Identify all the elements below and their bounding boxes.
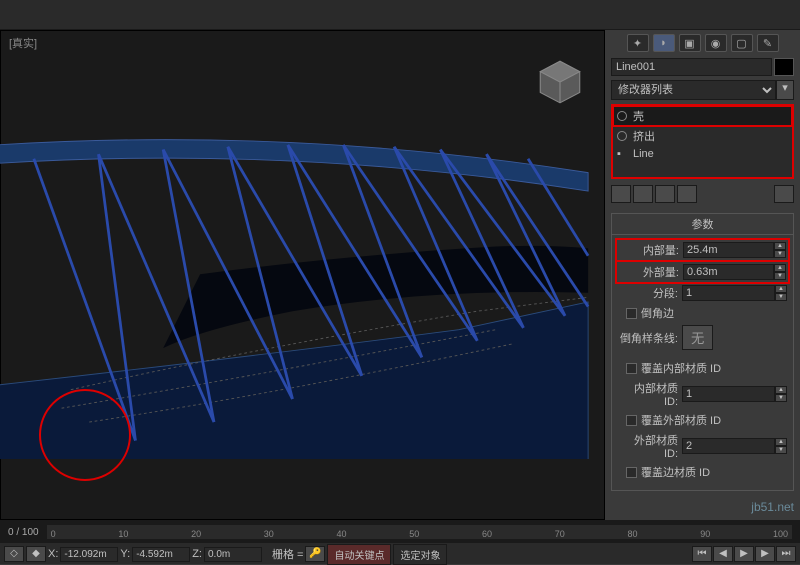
next-frame-icon[interactable]: ▶ [755,546,775,562]
outer-mat-id-label: 外部材质 ID: [618,432,678,460]
override-inner-mat-label: 覆盖内部材质 ID [641,360,721,376]
spinner-up-icon[interactable]: ▲ [775,386,787,394]
segments-input[interactable] [682,285,775,301]
prev-frame-icon[interactable]: ◀ [713,546,733,562]
y-label: Y: [120,548,130,560]
modifier-label: 挤出 [633,128,655,144]
modifier-item-shell[interactable]: 壳 [613,106,792,126]
visibility-toggle-icon[interactable] [617,131,627,141]
modifier-list-dropdown[interactable]: 修改器列表 [611,80,776,100]
auto-key-button[interactable]: 自动关键点 [327,544,391,565]
modifier-label: 壳 [633,108,644,124]
spinner-up-icon[interactable]: ▲ [775,285,787,293]
expand-icon[interactable]: ▪ [617,148,627,160]
inner-mat-id-label: 内部材质 ID: [618,380,678,408]
modifier-item-extrude[interactable]: 挤出 [613,126,792,146]
make-unique-button[interactable] [655,185,675,203]
spinner-up-icon[interactable]: ▲ [774,242,786,250]
outer-amount-label: 外部量: [619,264,679,280]
goto-start-icon[interactable]: ⏮ [692,546,712,562]
override-inner-mat-checkbox[interactable] [626,363,637,374]
segments-label: 分段: [618,285,678,301]
utilities-tab-icon[interactable]: ✎ [757,34,779,52]
object-color-swatch[interactable] [774,58,794,76]
create-tab-icon[interactable]: ✦ [627,34,649,52]
pin-stack-button[interactable] [611,185,631,203]
configure-sets-button[interactable] [774,185,794,203]
bevel-edges-checkbox[interactable] [626,308,637,319]
bevel-edges-label: 倒角边 [641,305,674,321]
viewport-label: [真实] [9,35,37,51]
remove-modifier-button[interactable] [677,185,697,203]
inner-amount-label: 内部量: [619,242,679,258]
outer-amount-input[interactable] [683,264,774,280]
modifier-item-line[interactable]: ▪ Line [613,146,792,162]
viewport[interactable]: [真实] [0,30,605,520]
spinner-up-icon[interactable]: ▲ [774,264,786,272]
watermark: jb51.net [751,500,794,514]
display-tab-icon[interactable]: ▢ [731,34,753,52]
modify-panel: ✦ ◗ ▣ ◉ ▢ ✎ 修改器列表 ▾ 壳 挤出 ▪ Li [605,30,800,520]
frame-indicator: 0 / 100 [8,527,39,538]
bevel-spline-label: 倒角样条线: [618,330,678,346]
params-rollup: 参数 内部量: ▲▼ 外部量: ▲▼ 分段: ▲▼ 倒角边 倒角样条线: 无 [611,213,794,491]
modifier-stack[interactable]: 壳 挤出 ▪ Line [611,104,794,179]
selection-lock-icon[interactable]: ◆ [26,546,46,562]
spinner-down-icon[interactable]: ▼ [775,293,787,301]
hierarchy-tab-icon[interactable]: ▣ [679,34,701,52]
x-coord-input[interactable] [60,547,118,562]
motion-tab-icon[interactable]: ◉ [705,34,727,52]
status-bar: 0 / 100 0102030405060708090100 ◇ ◆ X: Y:… [0,520,800,564]
goto-end-icon[interactable]: ⏭ [776,546,796,562]
inner-mat-id-input[interactable] [682,386,775,402]
x-label: X: [48,548,58,560]
outer-mat-id-input[interactable] [682,438,775,454]
object-name-input[interactable] [611,58,772,76]
override-outer-mat-label: 覆盖外部材质 ID [641,412,721,428]
dropdown-arrow-icon[interactable]: ▾ [776,80,794,100]
override-edge-mat-checkbox[interactable] [626,467,637,478]
spinner-up-icon[interactable]: ▲ [775,438,787,446]
grid-label: 栅格 = [272,546,303,562]
spinner-down-icon[interactable]: ▼ [775,446,787,454]
override-edge-mat-label: 覆盖边材质 ID [641,464,710,480]
modify-tab-icon[interactable]: ◗ [653,34,675,52]
visibility-toggle-icon[interactable] [617,111,627,121]
selected-object-display[interactable]: 选定对象 [393,544,447,565]
key-mode-icon[interactable]: 🔑 [305,546,325,562]
spinner-down-icon[interactable]: ▼ [774,250,786,258]
spinner-down-icon[interactable]: ▼ [774,272,786,280]
inner-amount-input[interactable] [683,242,774,258]
lock-icon[interactable]: ◇ [4,546,24,562]
timeline-ruler[interactable]: 0102030405060708090100 [47,525,792,539]
show-end-result-button[interactable] [633,185,653,203]
annotation-circle [39,389,131,481]
play-icon[interactable]: ▶ [734,546,754,562]
spinner-down-icon[interactable]: ▼ [775,394,787,402]
bevel-spline-button[interactable]: 无 [682,325,713,350]
override-outer-mat-checkbox[interactable] [626,415,637,426]
modifier-label: Line [633,148,654,160]
rollup-title[interactable]: 参数 [612,214,793,235]
y-coord-input[interactable] [132,547,190,562]
z-coord-input[interactable] [204,547,262,562]
z-label: Z: [192,548,202,560]
